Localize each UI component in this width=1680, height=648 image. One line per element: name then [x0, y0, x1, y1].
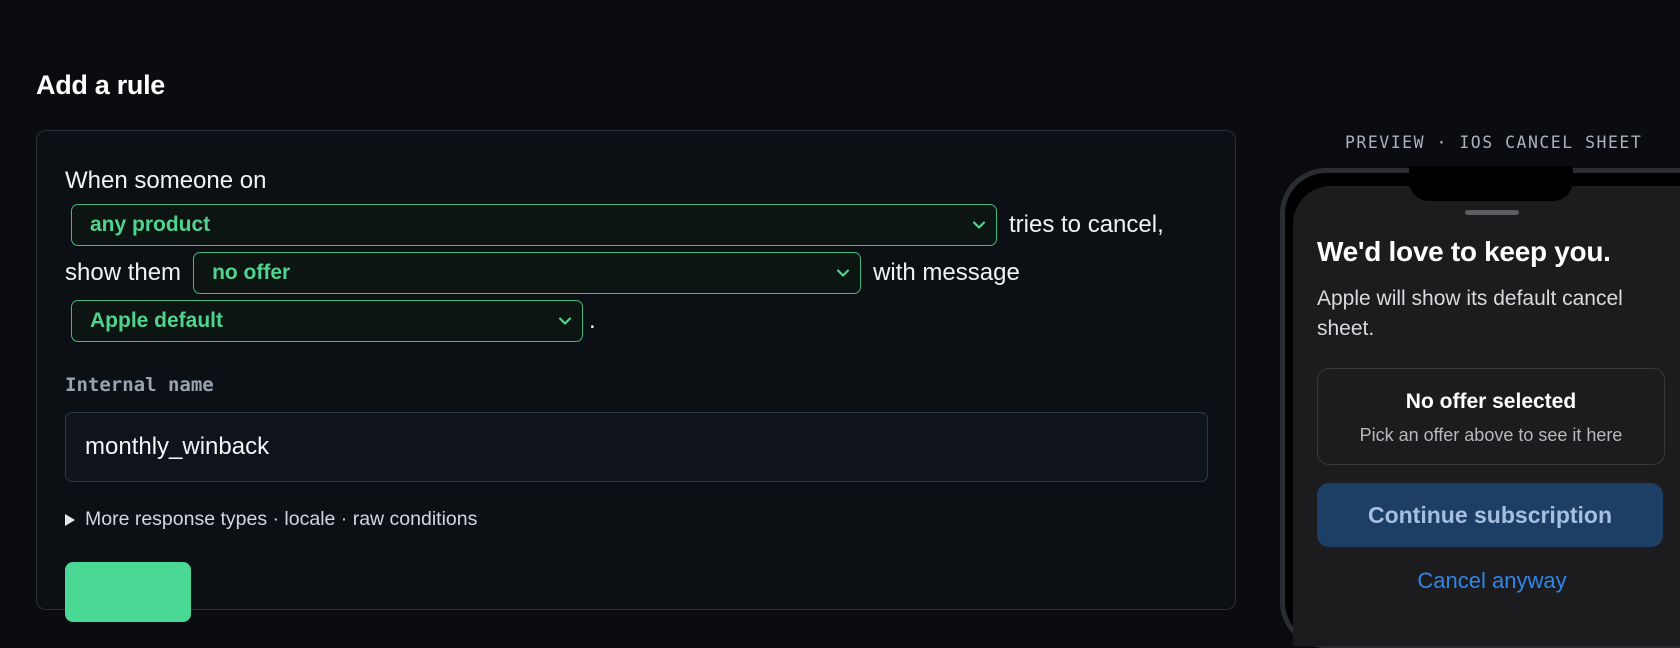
rule-text-when: When someone on	[65, 167, 267, 194]
chevron-down-icon	[558, 314, 572, 328]
sheet-message: Apple will show its default cancel sheet…	[1317, 287, 1623, 340]
preview-label: PREVIEW · IOS CANCEL SHEET	[1345, 133, 1643, 152]
internal-name-label: Internal name	[65, 374, 214, 396]
sheet-grabber[interactable]	[1465, 210, 1519, 215]
offer-select[interactable]: no offer	[193, 252, 862, 294]
chevron-down-icon	[972, 218, 986, 232]
cancel-sheet: We'd love to keep you. Apple will show i…	[1293, 186, 1680, 646]
offer-placeholder: No offer selected Pick an offer above to…	[1317, 368, 1665, 465]
more-options-label: More response types · locale · raw condi…	[85, 508, 478, 530]
cancel-anyway-link[interactable]: Cancel anyway	[1293, 568, 1680, 594]
rule-sentence: When someone on any product tries to can…	[65, 167, 1215, 345]
rule-card: When someone on any product tries to can…	[36, 130, 1236, 622]
offer-select-value: no offer	[212, 261, 291, 284]
message-select[interactable]: Apple default	[71, 300, 583, 342]
rule-line-3: show them no offer with message	[65, 249, 1215, 297]
more-options-toggle[interactable]: More response types · locale · raw condi…	[65, 508, 477, 531]
rule-line-4: Apple default .	[65, 297, 1215, 345]
rule-line-1: When someone on	[65, 167, 1215, 201]
chevron-down-icon	[836, 266, 850, 280]
rule-text-tries: tries to cancel,	[1009, 211, 1164, 238]
product-select-value: any product	[90, 213, 211, 236]
save-rule-button[interactable]	[65, 562, 191, 622]
phone-notch	[1409, 166, 1573, 201]
disclosure-triangle-icon	[65, 513, 75, 526]
rule-line-2: any product tries to cancel,	[65, 201, 1215, 249]
rule-text-show: show them	[65, 259, 182, 286]
offer-subtitle: Pick an offer above to see it here	[1359, 425, 1623, 445]
sheet-title: We'd love to keep you.	[1317, 236, 1611, 267]
offer-title: No offer selected	[1405, 390, 1577, 413]
product-select[interactable]: any product	[71, 204, 997, 246]
page-title: Add a rule	[36, 70, 166, 100]
rule-text-with: with message	[873, 259, 1020, 286]
internal-name-input[interactable]	[65, 412, 1208, 482]
rule-text-period: .	[589, 307, 596, 334]
message-select-value: Apple default	[90, 309, 224, 332]
continue-subscription-button[interactable]: Continue subscription	[1317, 483, 1663, 547]
